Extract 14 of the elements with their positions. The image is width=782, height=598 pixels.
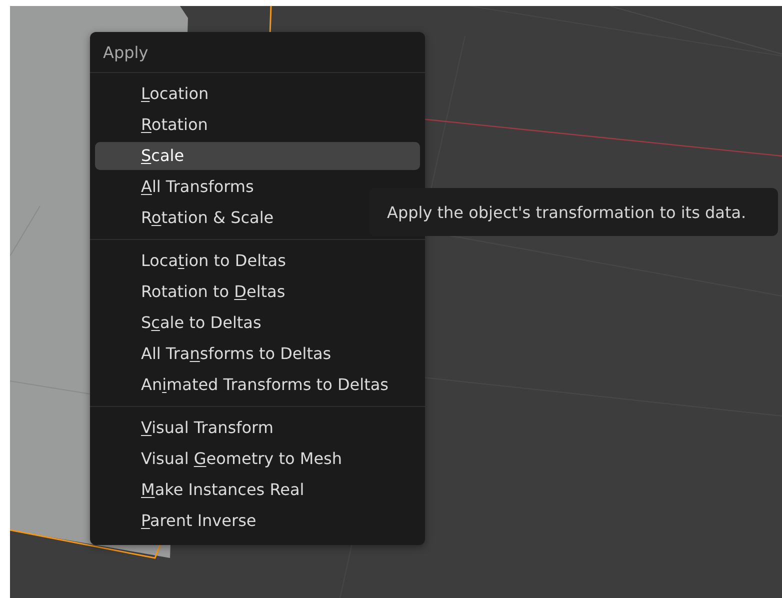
- menu-item[interactable]: Visual Geometry to Mesh: [95, 445, 420, 473]
- menu-item[interactable]: Make Instances Real: [95, 476, 420, 504]
- menu-item[interactable]: Location to Deltas: [95, 247, 420, 275]
- menu-item[interactable]: Rotation: [95, 111, 420, 139]
- menu-item[interactable]: Location: [95, 80, 420, 108]
- menu-item[interactable]: Parent Inverse: [95, 507, 420, 535]
- tooltip-text: Apply the object's transformation to its data.: [387, 202, 746, 222]
- menu-item[interactable]: Scale: [95, 142, 420, 170]
- menu-title: Apply: [102, 42, 150, 64]
- menu-item[interactable]: Rotation to Deltas: [95, 278, 420, 306]
- menu-item[interactable]: Scale to Deltas: [95, 309, 420, 337]
- menu-item[interactable]: All Transforms to Deltas: [95, 340, 420, 368]
- menu-item[interactable]: Animated Transforms to Deltas: [95, 371, 420, 399]
- menu-item[interactable]: Visual Transform: [95, 414, 420, 442]
